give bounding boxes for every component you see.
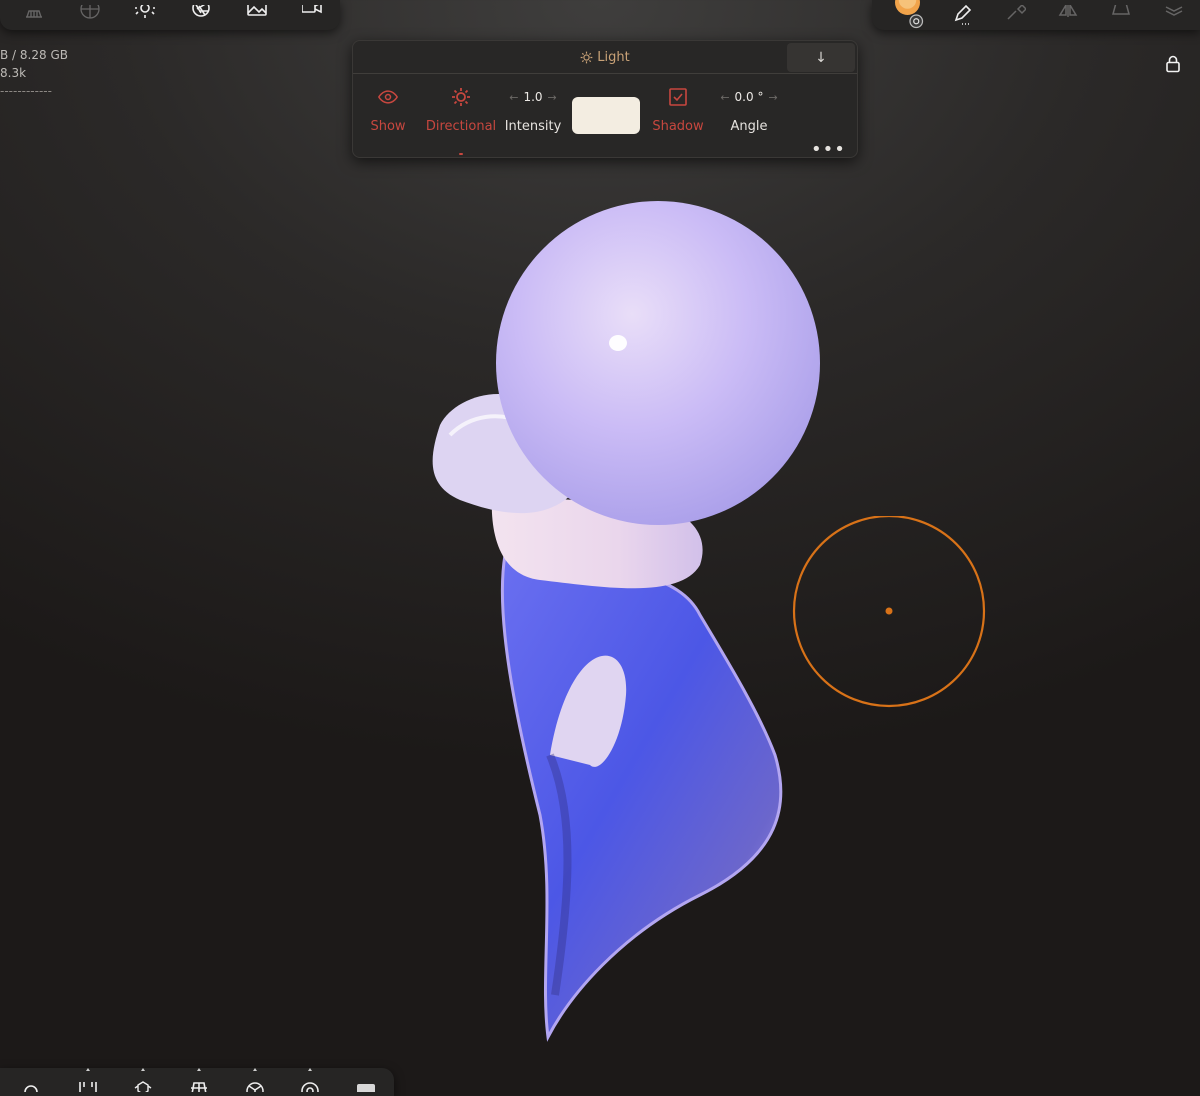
show-toggle[interactable]: Show xyxy=(368,74,408,134)
sun-icon xyxy=(580,51,593,63)
symmetry-icon[interactable] xyxy=(1042,0,1095,30)
angle-slider[interactable]: ← 0.0 ° → Angle xyxy=(719,74,779,134)
shade-icon[interactable] xyxy=(338,1067,394,1096)
sphere-icon[interactable] xyxy=(62,0,118,30)
panel-title: Light xyxy=(597,49,630,65)
sun-icon[interactable] xyxy=(117,0,173,30)
light-color-swatch[interactable] xyxy=(572,97,640,134)
light-panel: Light ↓ Show Directional ← 1.0 → Intensi… xyxy=(352,40,858,160)
camera-icon[interactable] xyxy=(284,0,340,30)
top-right-toolbar xyxy=(872,0,1200,30)
arrow-left-icon: ← xyxy=(509,90,519,104)
panel-title-wrap: Light xyxy=(580,49,630,65)
intensity-value-row: ← 1.0 → xyxy=(509,90,557,104)
top-left-toolbar xyxy=(0,0,340,30)
eye-icon xyxy=(378,90,398,104)
directional-button[interactable]: Directional xyxy=(425,74,497,134)
intensity-slider[interactable]: ← 1.0 → Intensity xyxy=(503,74,563,134)
tool-icon[interactable] xyxy=(989,0,1042,30)
checkbox-checked-icon xyxy=(669,88,687,106)
sun-icon xyxy=(452,88,470,106)
directional-indicator xyxy=(459,153,463,155)
shape-icon[interactable] xyxy=(1095,0,1148,30)
cubes-icon[interactable] xyxy=(115,1067,171,1096)
arrow-right-icon: → xyxy=(547,90,557,104)
stats-separator: ------------ xyxy=(0,84,52,98)
arrow-down-icon: ↓ xyxy=(815,49,827,66)
show-label: Show xyxy=(370,119,406,134)
arrow-right-icon: → xyxy=(768,90,778,104)
panel-header: Light ↓ xyxy=(353,41,857,74)
angle-value: 0.0 ° xyxy=(734,90,764,104)
lock-icon[interactable] xyxy=(1163,54,1183,74)
angle-label: Angle xyxy=(730,119,768,134)
collapse-button[interactable]: ↓ xyxy=(787,43,855,72)
shadow-toggle[interactable]: Shadow xyxy=(651,74,705,134)
scene-stats: B / 8.28 GB 8.3k ------------ xyxy=(0,46,68,100)
memory-usage: B / 8.28 GB xyxy=(0,48,68,62)
intensity-label: Intensity xyxy=(504,119,562,134)
mask-icon[interactable] xyxy=(60,1067,116,1096)
more-options-button[interactable]: ••• xyxy=(811,139,846,160)
intensity-value: 1.0 xyxy=(523,90,543,104)
image-icon[interactable] xyxy=(229,0,285,30)
polygon-count: 8.3k xyxy=(0,66,27,80)
search-icon[interactable] xyxy=(4,1067,60,1096)
shadow-label: Shadow xyxy=(652,119,704,134)
eye-icon[interactable] xyxy=(283,1067,339,1096)
layers-icon[interactable] xyxy=(1147,0,1200,30)
material-ball-icon[interactable] xyxy=(884,0,937,30)
mesh-icon[interactable] xyxy=(227,1067,283,1096)
sculpt-model[interactable] xyxy=(400,195,820,1055)
bottom-toolbar xyxy=(0,1068,394,1096)
angle-value-row: ← 0.0 ° → xyxy=(720,90,777,104)
frame-icon[interactable] xyxy=(171,1067,227,1096)
aperture-icon[interactable] xyxy=(173,0,229,30)
more-icon: ••• xyxy=(811,139,846,160)
pen-icon[interactable] xyxy=(937,0,990,30)
grid-icon[interactable] xyxy=(6,0,62,30)
arrow-left-icon: ← xyxy=(720,90,730,104)
brush-cursor xyxy=(792,516,986,708)
directional-label: Directional xyxy=(425,119,497,134)
